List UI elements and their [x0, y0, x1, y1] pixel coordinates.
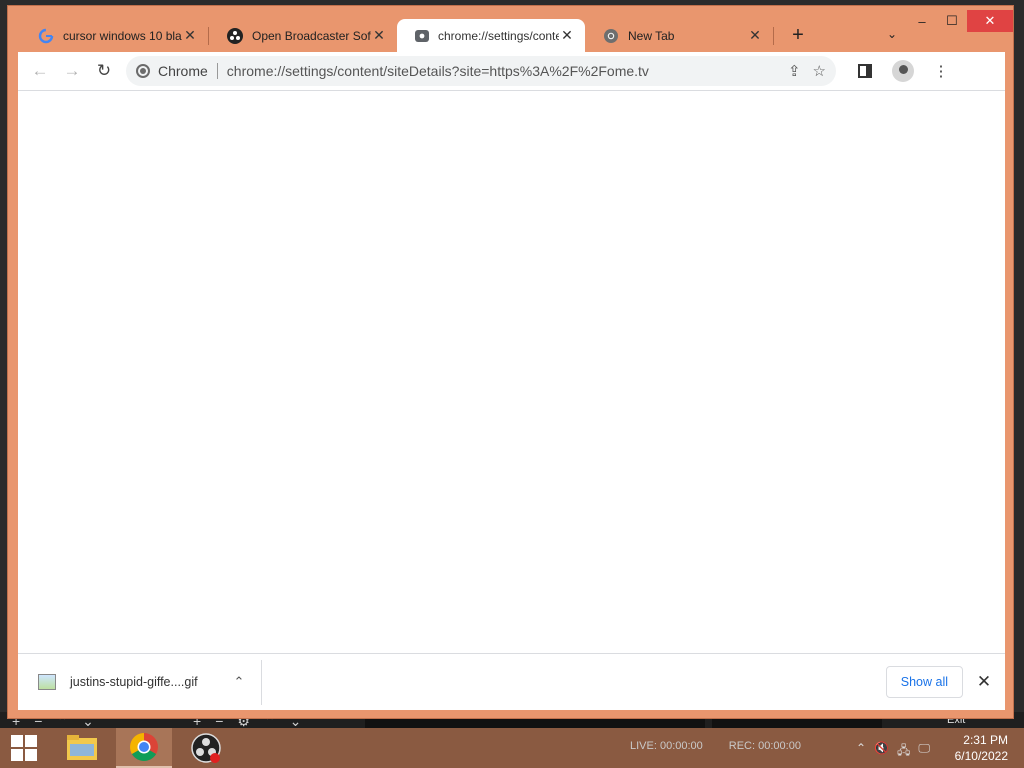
browser-toolbar: ← → ↻ Chrome chrome://settings/content/s…	[18, 52, 1005, 90]
file-explorer-app[interactable]	[54, 728, 110, 768]
tab-title: New Tab	[628, 28, 675, 43]
tab-strip: cursor windows 10 black ✕ Open Broadcast…	[20, 19, 816, 52]
obs-icon	[227, 27, 243, 44]
new-tab-button[interactable]: +	[780, 19, 816, 52]
download-shelf: justins-stupid-giffe....gif ⌃ Show all ✕	[18, 653, 1005, 710]
chrome-icon	[603, 28, 619, 44]
back-arrow-icon[interactable]: ←	[24, 55, 56, 87]
chrome-chip-icon	[136, 64, 150, 78]
close-tab-icon[interactable]: ✕	[747, 27, 763, 44]
show-all-button[interactable]: Show all	[885, 666, 963, 698]
settings-icon	[415, 29, 429, 42]
live-status: LIVE: 00:00:00	[630, 740, 703, 752]
network-icon[interactable]: 🖧	[897, 741, 910, 762]
clock[interactable]: 2:31 PM 6/10/2022	[955, 732, 1008, 764]
rec-status: REC: 00:00:00	[728, 740, 801, 752]
maximize-button[interactable]: ☐	[937, 10, 967, 32]
download-file-name: justins-stupid-giffe....gif	[70, 675, 198, 689]
obs-app[interactable]	[178, 728, 234, 768]
tray-chevron-icon[interactable]: ⌃	[856, 741, 866, 762]
tab-title: chrome://settings/content	[438, 28, 559, 43]
chip-label: Chrome	[158, 63, 208, 79]
tab-obs[interactable]: Open Broadcaster Software ✕	[209, 19, 397, 52]
bookmark-star-icon[interactable]: ☆	[813, 62, 826, 80]
folder-icon	[67, 735, 97, 760]
close-tab-icon[interactable]: ✕	[182, 27, 198, 44]
close-shelf-icon[interactable]: ✕	[969, 672, 999, 692]
clock-date: 6/10/2022	[954, 749, 1008, 763]
site-info-chip[interactable]: Chrome	[136, 63, 208, 79]
chrome-taskbar-icon	[130, 733, 158, 761]
close-window-button[interactable]: ✕	[967, 10, 1013, 32]
chrome-window: cursor windows 10 black ✕ Open Broadcast…	[8, 6, 1013, 718]
omnibox-divider	[216, 63, 218, 79]
start-button[interactable]	[0, 728, 48, 768]
minimize-button[interactable]: –	[907, 10, 937, 32]
forward-arrow-icon[interactable]: →	[56, 55, 88, 87]
chevron-up-icon[interactable]: ⌃	[229, 674, 249, 690]
windows-icon	[11, 735, 37, 761]
avatar-icon	[892, 60, 914, 82]
window-controls: – ☐ ✕	[907, 10, 1013, 32]
chrome-app[interactable]	[116, 728, 172, 768]
tab-search-chevron-icon[interactable]: ⌄	[887, 27, 897, 41]
download-item[interactable]: justins-stupid-giffe....gif ⌃	[18, 659, 262, 705]
profile-avatar[interactable]	[888, 56, 918, 86]
obs-taskbar-icon	[191, 733, 221, 763]
google-icon	[38, 28, 54, 44]
tab-new-tab[interactable]: New Tab ✕	[585, 19, 773, 52]
tab-title: cursor windows 10 black	[63, 28, 182, 43]
omnibox-actions: ⇪ ☆	[788, 62, 826, 80]
taskbar: LIVE: 00:00:00 REC: 00:00:00 ⌃ 🔇 🖧 🖵 2:3…	[0, 728, 1024, 768]
address-bar[interactable]: Chrome chrome://settings/content/siteDet…	[126, 56, 836, 86]
close-tab-icon[interactable]: ✕	[559, 27, 575, 44]
menu-kebab-icon[interactable]: ⋮	[926, 56, 956, 86]
reload-icon[interactable]: ↻	[88, 55, 120, 87]
title-bar[interactable]: cursor windows 10 black ✕ Open Broadcast…	[8, 6, 1013, 52]
tab-divider	[773, 26, 774, 45]
close-tab-icon[interactable]: ✕	[371, 27, 387, 44]
page-content	[18, 90, 1005, 653]
system-tray: ⌃ 🔇 🖧 🖵	[856, 741, 930, 762]
share-icon[interactable]: ⇪	[788, 62, 801, 80]
obs-audio-meter-2	[712, 718, 882, 728]
url-text[interactable]: chrome://settings/content/siteDetails?si…	[227, 63, 788, 79]
side-panel-icon[interactable]	[850, 56, 880, 86]
volume-muted-icon[interactable]: 🔇	[874, 741, 889, 762]
clock-time: 2:31 PM	[963, 733, 1008, 747]
image-file-icon	[38, 674, 56, 690]
obs-audio-meter	[365, 718, 705, 728]
toolbar-right-tools: ⋮	[850, 56, 956, 86]
tab-title: Open Broadcaster Software	[252, 28, 371, 43]
tab-google-search[interactable]: cursor windows 10 black ✕	[20, 19, 208, 52]
notification-icon[interactable]: 🖵	[918, 741, 930, 762]
tab-settings[interactable]: chrome://settings/content ✕	[397, 19, 585, 52]
obs-status: LIVE: 00:00:00 REC: 00:00:00	[630, 740, 801, 752]
